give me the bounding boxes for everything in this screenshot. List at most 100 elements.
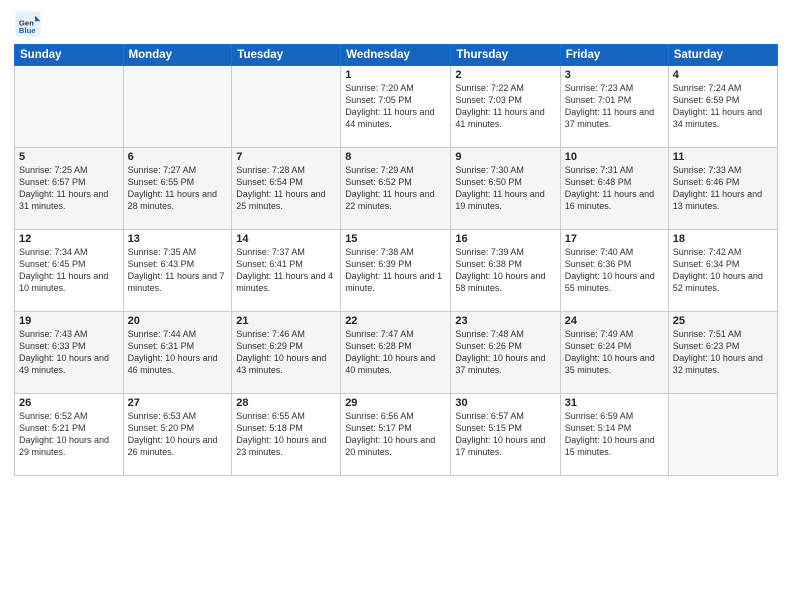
calendar-cell: 24Sunrise: 7:49 AM Sunset: 6:24 PM Dayli… (560, 312, 668, 394)
calendar-cell: 28Sunrise: 6:55 AM Sunset: 5:18 PM Dayli… (232, 394, 341, 476)
day-info: Sunrise: 7:23 AM Sunset: 7:01 PM Dayligh… (565, 82, 664, 131)
calendar-cell: 12Sunrise: 7:34 AM Sunset: 6:45 PM Dayli… (15, 230, 124, 312)
day-info: Sunrise: 7:42 AM Sunset: 6:34 PM Dayligh… (673, 246, 773, 295)
calendar-cell (232, 66, 341, 148)
day-number: 17 (565, 233, 664, 245)
calendar-cell: 10Sunrise: 7:31 AM Sunset: 6:48 PM Dayli… (560, 148, 668, 230)
day-number: 2 (455, 69, 555, 81)
day-info: Sunrise: 6:52 AM Sunset: 5:21 PM Dayligh… (19, 410, 119, 459)
calendar-cell: 29Sunrise: 6:56 AM Sunset: 5:17 PM Dayli… (341, 394, 451, 476)
week-row-1: 5Sunrise: 7:25 AM Sunset: 6:57 PM Daylig… (15, 148, 778, 230)
calendar-cell: 13Sunrise: 7:35 AM Sunset: 6:43 PM Dayli… (123, 230, 232, 312)
calendar-cell: 25Sunrise: 7:51 AM Sunset: 6:23 PM Dayli… (668, 312, 777, 394)
calendar-cell: 11Sunrise: 7:33 AM Sunset: 6:46 PM Dayli… (668, 148, 777, 230)
calendar-cell: 22Sunrise: 7:47 AM Sunset: 6:28 PM Dayli… (341, 312, 451, 394)
day-info: Sunrise: 7:22 AM Sunset: 7:03 PM Dayligh… (455, 82, 555, 131)
day-number: 29 (345, 397, 446, 409)
day-number: 15 (345, 233, 446, 245)
week-row-3: 19Sunrise: 7:43 AM Sunset: 6:33 PM Dayli… (15, 312, 778, 394)
calendar-cell: 23Sunrise: 7:48 AM Sunset: 6:26 PM Dayli… (451, 312, 560, 394)
calendar-cell: 27Sunrise: 6:53 AM Sunset: 5:20 PM Dayli… (123, 394, 232, 476)
day-number: 18 (673, 233, 773, 245)
day-number: 26 (19, 397, 119, 409)
calendar-cell (123, 66, 232, 148)
day-info: Sunrise: 6:59 AM Sunset: 5:14 PM Dayligh… (565, 410, 664, 459)
calendar-cell: 9Sunrise: 7:30 AM Sunset: 6:50 PM Daylig… (451, 148, 560, 230)
day-info: Sunrise: 7:44 AM Sunset: 6:31 PM Dayligh… (128, 328, 228, 377)
day-info: Sunrise: 7:31 AM Sunset: 6:48 PM Dayligh… (565, 164, 664, 213)
day-info: Sunrise: 7:25 AM Sunset: 6:57 PM Dayligh… (19, 164, 119, 213)
day-number: 31 (565, 397, 664, 409)
day-number: 14 (236, 233, 336, 245)
day-number: 19 (19, 315, 119, 327)
day-number: 4 (673, 69, 773, 81)
day-info: Sunrise: 7:20 AM Sunset: 7:05 PM Dayligh… (345, 82, 446, 131)
day-info: Sunrise: 7:28 AM Sunset: 6:54 PM Dayligh… (236, 164, 336, 213)
day-number: 11 (673, 151, 773, 163)
day-info: Sunrise: 7:39 AM Sunset: 6:38 PM Dayligh… (455, 246, 555, 295)
day-info: Sunrise: 7:43 AM Sunset: 6:33 PM Dayligh… (19, 328, 119, 377)
day-number: 3 (565, 69, 664, 81)
day-number: 10 (565, 151, 664, 163)
day-info: Sunrise: 7:38 AM Sunset: 6:39 PM Dayligh… (345, 246, 446, 295)
day-info: Sunrise: 6:57 AM Sunset: 5:15 PM Dayligh… (455, 410, 555, 459)
calendar-cell: 31Sunrise: 6:59 AM Sunset: 5:14 PM Dayli… (560, 394, 668, 476)
calendar-cell: 8Sunrise: 7:29 AM Sunset: 6:52 PM Daylig… (341, 148, 451, 230)
day-info: Sunrise: 7:27 AM Sunset: 6:55 PM Dayligh… (128, 164, 228, 213)
calendar-cell: 2Sunrise: 7:22 AM Sunset: 7:03 PM Daylig… (451, 66, 560, 148)
calendar-cell: 5Sunrise: 7:25 AM Sunset: 6:57 PM Daylig… (15, 148, 124, 230)
calendar-cell (668, 394, 777, 476)
calendar-cell: 15Sunrise: 7:38 AM Sunset: 6:39 PM Dayli… (341, 230, 451, 312)
day-info: Sunrise: 7:47 AM Sunset: 6:28 PM Dayligh… (345, 328, 446, 377)
weekday-header-monday: Monday (123, 45, 232, 66)
calendar-cell: 6Sunrise: 7:27 AM Sunset: 6:55 PM Daylig… (123, 148, 232, 230)
day-info: Sunrise: 7:46 AM Sunset: 6:29 PM Dayligh… (236, 328, 336, 377)
day-number: 21 (236, 315, 336, 327)
day-info: Sunrise: 7:33 AM Sunset: 6:46 PM Dayligh… (673, 164, 773, 213)
weekday-header-wednesday: Wednesday (341, 45, 451, 66)
logo: Gen Blue (14, 10, 46, 38)
weekday-header-sunday: Sunday (15, 45, 124, 66)
day-info: Sunrise: 7:34 AM Sunset: 6:45 PM Dayligh… (19, 246, 119, 295)
calendar-cell: 1Sunrise: 7:20 AM Sunset: 7:05 PM Daylig… (341, 66, 451, 148)
day-info: Sunrise: 7:40 AM Sunset: 6:36 PM Dayligh… (565, 246, 664, 295)
day-info: Sunrise: 6:56 AM Sunset: 5:17 PM Dayligh… (345, 410, 446, 459)
week-row-4: 26Sunrise: 6:52 AM Sunset: 5:21 PM Dayli… (15, 394, 778, 476)
day-number: 20 (128, 315, 228, 327)
day-number: 1 (345, 69, 446, 81)
weekday-header-friday: Friday (560, 45, 668, 66)
day-number: 22 (345, 315, 446, 327)
calendar-cell: 4Sunrise: 7:24 AM Sunset: 6:59 PM Daylig… (668, 66, 777, 148)
day-info: Sunrise: 7:51 AM Sunset: 6:23 PM Dayligh… (673, 328, 773, 377)
day-info: Sunrise: 7:48 AM Sunset: 6:26 PM Dayligh… (455, 328, 555, 377)
day-number: 12 (19, 233, 119, 245)
day-number: 23 (455, 315, 555, 327)
day-number: 5 (19, 151, 119, 163)
day-info: Sunrise: 7:37 AM Sunset: 6:41 PM Dayligh… (236, 246, 336, 295)
day-number: 8 (345, 151, 446, 163)
day-number: 24 (565, 315, 664, 327)
calendar-cell: 14Sunrise: 7:37 AM Sunset: 6:41 PM Dayli… (232, 230, 341, 312)
day-info: Sunrise: 6:55 AM Sunset: 5:18 PM Dayligh… (236, 410, 336, 459)
calendar-header-row: SundayMondayTuesdayWednesdayThursdayFrid… (15, 45, 778, 66)
calendar-cell: 16Sunrise: 7:39 AM Sunset: 6:38 PM Dayli… (451, 230, 560, 312)
calendar-cell: 3Sunrise: 7:23 AM Sunset: 7:01 PM Daylig… (560, 66, 668, 148)
day-info: Sunrise: 7:49 AM Sunset: 6:24 PM Dayligh… (565, 328, 664, 377)
calendar-table: SundayMondayTuesdayWednesdayThursdayFrid… (14, 44, 778, 476)
svg-text:Blue: Blue (19, 26, 36, 35)
calendar-cell: 7Sunrise: 7:28 AM Sunset: 6:54 PM Daylig… (232, 148, 341, 230)
week-row-0: 1Sunrise: 7:20 AM Sunset: 7:05 PM Daylig… (15, 66, 778, 148)
header: Gen Blue (14, 10, 778, 38)
calendar-cell (15, 66, 124, 148)
page: Gen Blue SundayMondayTuesdayWednesdayThu… (0, 0, 792, 612)
weekday-header-thursday: Thursday (451, 45, 560, 66)
day-info: Sunrise: 7:24 AM Sunset: 6:59 PM Dayligh… (673, 82, 773, 131)
day-number: 6 (128, 151, 228, 163)
day-number: 7 (236, 151, 336, 163)
calendar-cell: 19Sunrise: 7:43 AM Sunset: 6:33 PM Dayli… (15, 312, 124, 394)
day-info: Sunrise: 6:53 AM Sunset: 5:20 PM Dayligh… (128, 410, 228, 459)
logo-icon: Gen Blue (14, 10, 42, 38)
day-info: Sunrise: 7:30 AM Sunset: 6:50 PM Dayligh… (455, 164, 555, 213)
day-number: 25 (673, 315, 773, 327)
day-number: 16 (455, 233, 555, 245)
